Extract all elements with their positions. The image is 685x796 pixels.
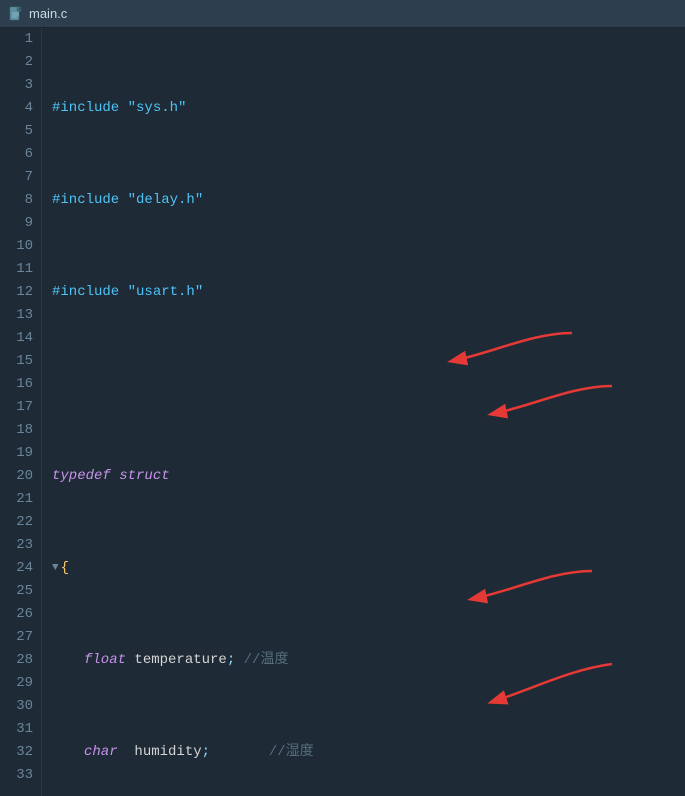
ln-14: 14: [8, 327, 33, 350]
ln-31: 31: [8, 718, 33, 741]
code-editor[interactable]: #include "sys.h" #include "delay.h" #inc…: [42, 28, 685, 796]
ln-9: 9: [8, 212, 33, 235]
ln-1: 1: [8, 28, 33, 51]
code-line-6: ▼{: [52, 557, 685, 580]
ln-5: 5: [8, 120, 33, 143]
ln-4: 4: [8, 97, 33, 120]
code-line-5: typedef struct: [52, 465, 685, 488]
ln-6: 6: [8, 143, 33, 166]
ln-27: 27: [8, 626, 33, 649]
ln-7: 7: [8, 166, 33, 189]
code-line-1: #include "sys.h": [52, 97, 685, 120]
tab-filename: main.c: [29, 6, 67, 21]
ln-10: 10: [8, 235, 33, 258]
ln-23: 23: [8, 534, 33, 557]
ln-26: 26: [8, 603, 33, 626]
ln-24: 24: [8, 557, 33, 580]
ln-20: 20: [8, 465, 33, 488]
ln-2: 2: [8, 51, 33, 74]
ln-30: 30: [8, 695, 33, 718]
ln-29: 29: [8, 672, 33, 695]
ln-11: 11: [8, 258, 33, 281]
code-line-4: [52, 373, 685, 396]
ln-33: 33: [8, 764, 33, 787]
ln-19: 19: [8, 442, 33, 465]
ln-21: 21: [8, 488, 33, 511]
ln-16: 16: [8, 373, 33, 396]
ln-28: 28: [8, 649, 33, 672]
ln-18: 18: [8, 419, 33, 442]
ln-15: 15: [8, 350, 33, 373]
code-line-2: #include "delay.h": [52, 189, 685, 212]
ln-17: 17: [8, 396, 33, 419]
code-line-8: char humidity; //湿度: [52, 741, 685, 764]
file-icon: [8, 6, 24, 22]
ln-32: 32: [8, 741, 33, 764]
code-line-3: #include "usart.h": [52, 281, 685, 304]
ln-3: 3: [8, 74, 33, 97]
ln-12: 12: [8, 281, 33, 304]
annotation-arrow-1: [432, 323, 592, 373]
ln-22: 22: [8, 511, 33, 534]
code-line-7: float temperature; //温度: [52, 649, 685, 672]
ln-8: 8: [8, 189, 33, 212]
title-bar: main.c: [0, 0, 685, 28]
line-numbers: 1 2 3 4 5 6 7 8 9 10 11 12 13 14 15 16 1…: [0, 28, 42, 796]
ln-13: 13: [8, 304, 33, 327]
ln-25: 25: [8, 580, 33, 603]
code-container: 1 2 3 4 5 6 7 8 9 10 11 12 13 14 15 16 1…: [0, 28, 685, 796]
